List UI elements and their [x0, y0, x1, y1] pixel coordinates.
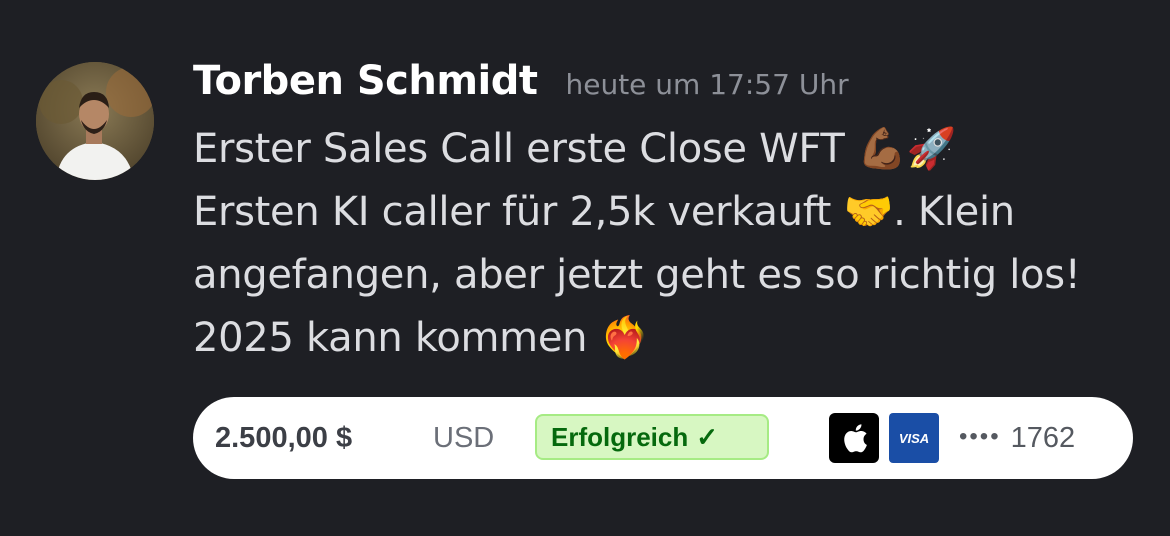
message-text: 2025 kann kommen	[193, 315, 600, 361]
message-text: Ersten KI caller für 2,5k verkauft	[193, 189, 844, 235]
handshake-emoji: 🤝	[843, 189, 894, 235]
chat-message: Torben Schmidt heute um 17:57 Uhr Erster…	[0, 0, 1170, 536]
payment-currency: USD	[433, 421, 495, 454]
payment-card[interactable]: 2.500,00 $ USD Erfolgreich ✓ VISA •••• 17…	[193, 397, 1133, 479]
author-name[interactable]: Torben Schmidt	[193, 58, 538, 104]
visa-icon: VISA	[889, 413, 939, 463]
status-label: Erfolgreich	[551, 421, 689, 452]
card-number: •••• 1762	[959, 422, 1075, 455]
message-text: angefangen, aber jetzt geht es so richti…	[193, 252, 1081, 298]
heart-on-fire-emoji: ❤️‍🔥	[599, 315, 650, 361]
card-mask: ••••	[959, 422, 1001, 450]
payment-amount: 2.500,00 $	[215, 421, 353, 454]
flexed-biceps-rocket-emoji: 💪🏾🚀	[856, 126, 956, 172]
message-line: angefangen, aber jetzt geht es so richti…	[193, 244, 1153, 307]
message-content: Erster Sales Call erste Close WFT 💪🏾🚀 Er…	[193, 118, 1153, 370]
message-text: Erster Sales Call erste Close WFT	[193, 126, 857, 172]
message-line: 2025 kann kommen ❤️‍🔥	[193, 307, 1153, 370]
avatar[interactable]	[36, 62, 154, 180]
status-badge: Erfolgreich ✓	[535, 414, 769, 460]
message-text: . Klein	[893, 189, 1015, 235]
apple-pay-icon	[829, 413, 879, 463]
message-timestamp: heute um 17:57 Uhr	[565, 68, 849, 101]
message-header: Torben Schmidt heute um 17:57 Uhr	[193, 58, 849, 104]
check-icon: ✓	[696, 421, 719, 452]
card-last4: 1762	[1010, 421, 1076, 454]
message-line: Ersten KI caller für 2,5k verkauft 🤝. Kl…	[193, 181, 1153, 244]
message-line: Erster Sales Call erste Close WFT 💪🏾🚀	[193, 118, 1153, 181]
